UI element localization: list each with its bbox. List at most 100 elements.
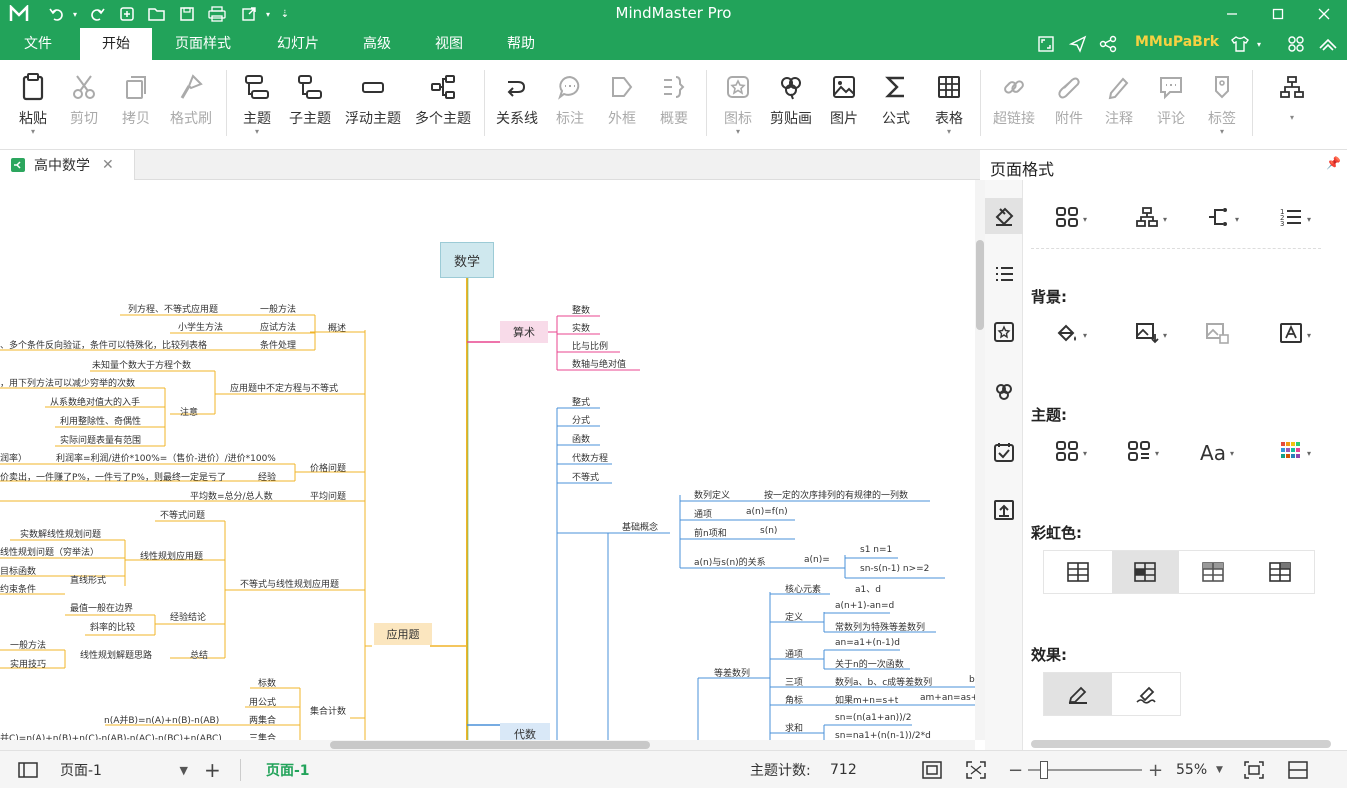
note-button[interactable]: 注释: [1098, 70, 1140, 140]
ap-sum-value[interactable]: sn=(n(a1+an))/2: [835, 713, 911, 723]
zoom-slider[interactable]: [1028, 751, 1142, 789]
zoom-slider-thumb[interactable]: [1040, 761, 1048, 779]
zoom-in-button[interactable]: +: [1148, 751, 1163, 789]
font-dropdown[interactable]: Aa ▾: [1189, 438, 1245, 468]
comment-button[interactable]: 评论: [1150, 70, 1192, 140]
maximize-button[interactable]: [1255, 0, 1301, 28]
menu-home[interactable]: 开始: [80, 28, 152, 60]
paste-button[interactable]: 粘贴 ▾: [8, 70, 58, 140]
user-name[interactable]: MMuPaBrk: [1135, 34, 1219, 50]
format-painter-button[interactable]: 格式刷: [164, 70, 218, 140]
layout-dropdown[interactable]: ▾: [1123, 204, 1179, 234]
seq-definition[interactable]: 数列定义: [694, 488, 730, 501]
ap-index-value[interactable]: am+an=as+at: [920, 693, 975, 703]
fill-color-dropdown[interactable]: ▾: [1043, 320, 1099, 350]
collapse-ribbon-icon[interactable]: [1316, 33, 1340, 55]
wp-conclusion[interactable]: 经验结论: [170, 610, 206, 623]
rainbow-option-2[interactable]: [1111, 551, 1179, 593]
page-list-icon[interactable]: [18, 751, 38, 789]
ap-general-term[interactable]: 通项: [785, 647, 803, 660]
zoom-dropdown-icon[interactable]: ▼: [1216, 751, 1223, 789]
wp-set-counting[interactable]: 集合计数: [310, 704, 346, 717]
rainbow-option-1[interactable]: [1044, 551, 1112, 593]
wp-line-form[interactable]: 直线形式: [70, 573, 106, 586]
wp-attention-item[interactable]: 利用整除性、奇偶性: [60, 414, 141, 427]
connector-style-dropdown[interactable]: ▾: [1195, 204, 1251, 234]
close-window-button[interactable]: [1301, 0, 1347, 28]
word-problems-topic[interactable]: 应用题: [374, 623, 432, 645]
ap-core[interactable]: 核心元素: [785, 582, 821, 595]
menu-page-style[interactable]: 页面样式: [162, 28, 244, 60]
page-select[interactable]: 页面-1 ▼: [60, 751, 188, 789]
wp-summary[interactable]: 总结: [190, 648, 208, 661]
panel-horizontal-scrollbar[interactable]: [1031, 740, 1331, 748]
wp-summary-item[interactable]: 线性规划解题思路: [80, 648, 152, 661]
seq-partial-sum-value[interactable]: s(n): [760, 526, 777, 536]
add-page-button[interactable]: +: [204, 751, 221, 789]
menu-slideshow[interactable]: 幻灯片: [262, 28, 334, 60]
wp-summary-item[interactable]: 一般方法: [10, 638, 46, 651]
minimize-button[interactable]: [1209, 0, 1255, 28]
skin-dropdown-icon[interactable]: ▾: [1252, 33, 1266, 55]
menu-file[interactable]: 文件: [8, 28, 68, 60]
theme-style-dropdown[interactable]: ▾: [1115, 438, 1171, 468]
seq-general-term[interactable]: 通项: [694, 507, 712, 520]
structure-dropdown[interactable]: ▾: [1043, 204, 1099, 234]
wp-indeterminate[interactable]: 应用题中不定方程与不等式: [230, 381, 338, 394]
rainbow-option-3[interactable]: [1179, 551, 1247, 593]
ap-general-term-value[interactable]: 关于n的一次函数: [835, 657, 904, 670]
tag-button[interactable]: 标签 ▾: [1200, 70, 1244, 140]
seq-relation[interactable]: a(n)与s(n)的关系: [694, 555, 766, 568]
table-button[interactable]: 表格 ▾: [926, 70, 972, 140]
callout-button[interactable]: 标注: [548, 70, 592, 140]
ap-sum[interactable]: 求和: [785, 721, 803, 734]
wp-price-item[interactable]: 润率）: [0, 451, 27, 464]
remove-background-button[interactable]: [1189, 320, 1245, 350]
wp-general-method[interactable]: 一般方法: [260, 302, 296, 315]
algebra-topic[interactable]: 代数: [500, 723, 550, 740]
wp-unknowns[interactable]: 未知量个数大于方程个数: [92, 358, 191, 371]
wp-average-value[interactable]: 平均数=总分/总人数: [190, 489, 273, 502]
cut-button[interactable]: 剪切: [62, 70, 106, 140]
wp-exam-method[interactable]: 应试方法: [260, 320, 296, 333]
copy-button[interactable]: 拷贝: [114, 70, 158, 140]
theme-dropdown[interactable]: ▾: [1043, 438, 1099, 468]
wp-summary-item[interactable]: 实用技巧: [10, 657, 46, 670]
arith-item[interactable]: 数轴与绝对值: [572, 357, 626, 370]
multiple-topics-button[interactable]: 多个主题: [410, 70, 476, 140]
panel-toggle-icon[interactable]: [1288, 751, 1308, 789]
wp-set-item[interactable]: 三集合: [249, 731, 276, 740]
background-image-dropdown[interactable]: ▾: [1123, 320, 1179, 350]
wp-overview[interactable]: 概述: [328, 321, 346, 334]
root-topic[interactable]: 数学: [440, 242, 494, 278]
attachment-button[interactable]: 附件: [1048, 70, 1090, 140]
watermark-dropdown[interactable]: ▾: [1267, 320, 1323, 350]
seq-general-term-value[interactable]: a(n)=f(n): [746, 507, 788, 517]
wp-price[interactable]: 价格问题: [310, 461, 346, 474]
wp-condition-value[interactable]: 、多个条件反向验证，条件可以特殊化，比较列表格: [0, 338, 207, 351]
ap-definition[interactable]: 定义: [785, 610, 803, 623]
zoom-level[interactable]: 55%: [1176, 751, 1207, 789]
vertical-scroll-thumb[interactable]: [976, 240, 984, 330]
menu-advanced[interactable]: 高级: [348, 28, 406, 60]
wp-lp-item[interactable]: 实数解线性规划问题: [20, 527, 101, 540]
arithmetic-sequence[interactable]: 等差数列: [714, 666, 750, 679]
wp-inequality-problem[interactable]: 不等式问题: [160, 508, 205, 521]
wp-experience-value[interactable]: 价卖出，一件赚了P%，一件亏了P%，则最终一定是亏了: [0, 470, 226, 483]
ap-definition-value[interactable]: a(n+1)-an=d: [835, 601, 894, 611]
boundary-button[interactable]: 外框: [600, 70, 644, 140]
pin-icon[interactable]: 📌: [1326, 156, 1341, 170]
menu-view[interactable]: 视图: [420, 28, 478, 60]
ap-index-value[interactable]: 如果m+n=s+t: [835, 693, 898, 706]
wp-condition[interactable]: 条件处理: [260, 338, 296, 351]
algebra-item[interactable]: 分式: [572, 413, 590, 426]
rainbow-option-4[interactable]: [1247, 551, 1315, 593]
wp-set-value[interactable]: n(A并B)=n(A)+n(B)-n(AB): [104, 713, 219, 726]
share-icon[interactable]: [1096, 33, 1120, 55]
apps-icon[interactable]: [1284, 33, 1308, 55]
outline-icon[interactable]: [985, 256, 1023, 292]
topic-button[interactable]: 主题 ▾: [236, 70, 278, 140]
publish-icon[interactable]: [1066, 33, 1090, 55]
wp-inequality[interactable]: 不等式与线性规划应用题: [240, 577, 339, 590]
summary-button[interactable]: 概要: [652, 70, 696, 140]
